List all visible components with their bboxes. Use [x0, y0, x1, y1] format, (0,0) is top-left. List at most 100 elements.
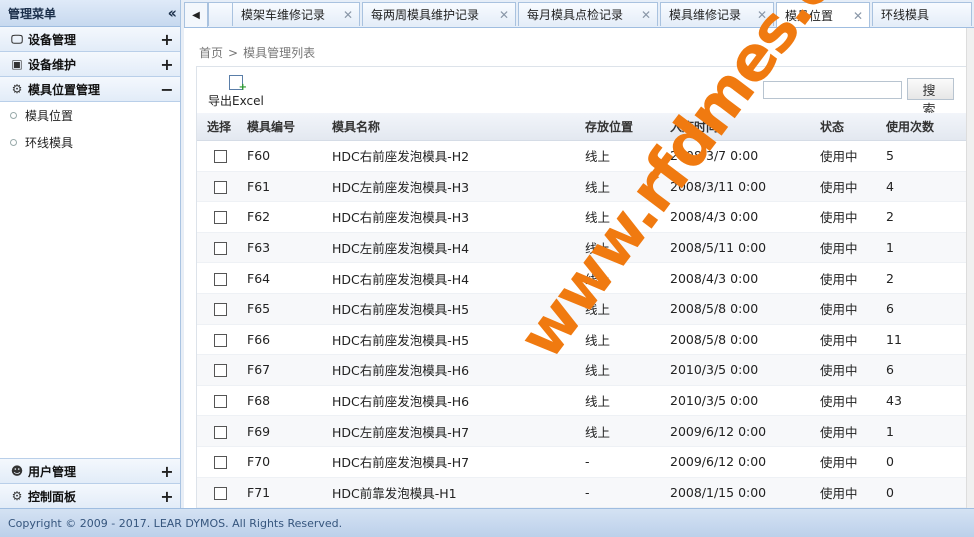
cell-select: [197, 262, 247, 294]
mold-table: 选择 模具编号 模具名称 存放位置 入库时间 状态 使用次数 F60 HDC右前座…: [197, 113, 966, 509]
cell-mold-id: F70: [247, 446, 332, 478]
select-checkbox[interactable]: [214, 180, 227, 194]
breadcrumb-home[interactable]: 首页: [199, 46, 223, 60]
col-header-mold-id[interactable]: 模具编号: [247, 113, 332, 141]
table-row[interactable]: F68 HDC右前座发泡模具-H6 线上 2010/3/5 0:00 使用中 43: [197, 385, 966, 417]
sidebar-section-users[interactable]: ☻ 用户管理 +: [0, 458, 180, 484]
export-excel-button[interactable]: 导出Excel: [208, 75, 265, 109]
close-icon[interactable]: ✕: [853, 9, 863, 23]
cell-status: 使用中: [820, 477, 886, 509]
cell-location: 线上: [585, 415, 670, 447]
cell-select: [197, 293, 247, 325]
gear-icon: ⚙: [11, 82, 23, 96]
tab-biweekly-maintenance[interactable]: 每两周模具维护记录 ✕: [362, 2, 516, 26]
close-icon[interactable]: ✕: [641, 8, 651, 22]
close-icon[interactable]: ✕: [343, 8, 353, 22]
cell-mold-name: HDC右前座发泡模具-H6: [332, 385, 585, 417]
table-row[interactable]: F66 HDC右前座发泡模具-H5 线上 2008/5/8 0:00 使用中 11: [197, 324, 966, 356]
select-checkbox[interactable]: [214, 486, 227, 500]
tab-mold-location[interactable]: 模具位置 ✕: [776, 2, 870, 27]
cell-count: 5: [886, 140, 966, 172]
select-checkbox[interactable]: [214, 242, 227, 256]
expand-icon[interactable]: +: [160, 30, 174, 49]
tab-mold-cart-repair[interactable]: 模架车维修记录 ✕: [232, 2, 360, 26]
cell-location: 线上: [585, 385, 670, 417]
table-row[interactable]: F65 HDC右前座发泡模具-H5 线上 2008/5/8 0:00 使用中 6: [197, 293, 966, 325]
cell-status: 使用中: [820, 232, 886, 264]
footer: Copyright © 2009 - 2017. LEAR DYMOS. All…: [0, 508, 974, 537]
sidebar-section-label: 用户管理: [28, 464, 77, 479]
close-icon[interactable]: ✕: [499, 8, 509, 22]
cell-status: 使用中: [820, 415, 886, 447]
table-row[interactable]: F60 HDC右前座发泡模具-H2 线上 2008/3/7 0:00 使用中 5: [197, 140, 966, 172]
sidebar-bottom-sections: ☻ 用户管理 + ⚙ 控制面板 +: [0, 458, 180, 509]
table-row[interactable]: F67 HDC右前座发泡模具-H6 线上 2010/3/5 0:00 使用中 6: [197, 354, 966, 386]
select-checkbox[interactable]: [214, 211, 227, 225]
search-input[interactable]: [763, 81, 902, 99]
main-content: 首页 > 模具管理列表 导出Excel 搜 索 选择 模具编号 模具名称 存放位置 …: [184, 0, 974, 510]
cell-status: 使用中: [820, 171, 886, 203]
tab-mold-repair[interactable]: 模具维修记录 ✕: [660, 2, 774, 26]
col-header-location[interactable]: 存放位置: [585, 113, 670, 141]
sidebar-section-control-panel[interactable]: ⚙ 控制面板 +: [0, 484, 180, 509]
close-icon[interactable]: ✕: [757, 8, 767, 22]
sidebar-item-mold-location[interactable]: 模具位置: [0, 102, 180, 129]
toolbar: 导出Excel 搜 索: [197, 67, 966, 118]
cell-time: 2008/5/11 0:00: [670, 232, 820, 264]
tab-scroll-left-icon[interactable]: ◀: [184, 2, 208, 27]
cell-location: 线上: [585, 293, 670, 325]
select-checkbox[interactable]: [214, 456, 227, 470]
col-header-count[interactable]: 使用次数: [886, 113, 966, 141]
cell-mold-name: HDC前靠发泡模具-H1: [332, 477, 585, 509]
select-checkbox[interactable]: [214, 150, 227, 164]
double-chevron-left-icon[interactable]: ‹‹: [168, 4, 178, 22]
cell-time: 2008/5/8 0:00: [670, 293, 820, 325]
table-row[interactable]: F70 HDC右前座发泡模具-H7-2009/6/12 0:00 使用中 0: [197, 446, 966, 478]
cell-status: 使用中: [820, 446, 886, 478]
tab-monthly-inspection[interactable]: 每月模具点检记录 ✕: [518, 2, 658, 26]
select-checkbox[interactable]: [214, 364, 227, 378]
table-row[interactable]: F61 HDC左前座发泡模具-H3 线上 2008/3/11 0:00 使用中 4: [197, 171, 966, 203]
cell-time: 2009/6/12 0:00: [670, 446, 820, 478]
table-row[interactable]: F69 HDC左前座发泡模具-H7 线上 2009/6/12 0:00 使用中 1: [197, 415, 966, 447]
col-header-time[interactable]: 入库时间: [670, 113, 820, 141]
tab-loop-mold[interactable]: 环线模具: [872, 2, 972, 26]
monitor-icon: 🖵: [11, 31, 23, 46]
cell-time: 2008/3/11 0:00: [670, 171, 820, 203]
table-header-row: 选择 模具编号 模具名称 存放位置 入库时间 状态 使用次数: [197, 113, 966, 141]
sidebar-section-label: 模具位置管理: [28, 82, 101, 97]
select-checkbox[interactable]: [214, 272, 227, 286]
table-row[interactable]: F71 HDC前靠发泡模具-H1-2008/1/15 0:00 使用中 0: [197, 477, 966, 509]
table-row[interactable]: F62 HDC右前座发泡模具-H3 线上 2008/4/3 0:00 使用中 2: [197, 201, 966, 233]
collapse-icon[interactable]: −: [160, 80, 174, 99]
cell-select: [197, 415, 247, 447]
cell-time: 2009/6/12 0:00: [670, 415, 820, 447]
expand-icon[interactable]: +: [160, 55, 174, 74]
select-checkbox[interactable]: [214, 425, 227, 439]
cell-mold-name: HDC左前座发泡模具-H7: [332, 415, 585, 447]
select-checkbox[interactable]: [214, 333, 227, 347]
select-checkbox[interactable]: [214, 395, 227, 409]
col-header-status[interactable]: 状态: [820, 113, 886, 141]
sidebar-item-loop-mold[interactable]: 环线模具: [0, 129, 180, 156]
wrench-icon: ▣: [11, 57, 23, 71]
search-button[interactable]: 搜 索: [907, 78, 954, 118]
cell-count: 11: [886, 324, 966, 356]
table-row[interactable]: F63 HDC左前座发泡模具-H4 线上 2008/5/11 0:00 使用中 1: [197, 232, 966, 264]
col-header-mold-name[interactable]: 模具名称: [332, 113, 585, 141]
sidebar-section-maintenance[interactable]: ▣ 设备维护 +: [0, 52, 180, 77]
cell-time: 2008/4/3 0:00: [670, 201, 820, 233]
cell-mold-id: F60: [247, 140, 332, 172]
vertical-scrollbar[interactable]: [966, 28, 974, 508]
table-row[interactable]: F64 HDC右前座发泡模具-H4 线上 2008/4/3 0:00 使用中 2: [197, 262, 966, 294]
cell-mold-id: F64: [247, 262, 332, 294]
select-checkbox[interactable]: [214, 303, 227, 317]
expand-icon[interactable]: +: [160, 487, 174, 506]
sidebar-section-equipment[interactable]: 🖵 设备管理 +: [0, 27, 180, 52]
sidebar-section-mold-location[interactable]: ⚙ 模具位置管理 −: [0, 77, 180, 102]
cell-count: 1: [886, 232, 966, 264]
cell-location: -: [585, 477, 670, 509]
expand-icon[interactable]: +: [160, 462, 174, 481]
tab-label: 环线模具: [881, 8, 930, 22]
cell-status: 使用中: [820, 324, 886, 356]
